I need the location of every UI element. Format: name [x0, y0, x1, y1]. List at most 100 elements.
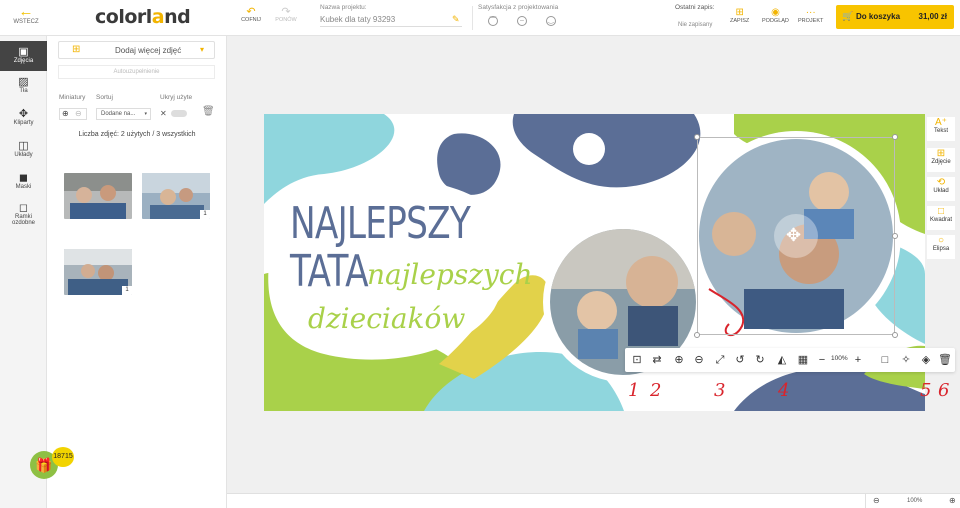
transparency-icon[interactable]: ▦ [796, 353, 810, 367]
sort-label: Sortuj [96, 94, 113, 101]
annotation-number: 3 [714, 380, 726, 401]
image-zoom-value: 100% [831, 355, 848, 362]
redo-button[interactable]: ↷ PONÓW [268, 6, 304, 24]
annotation-number: 6 [938, 380, 950, 401]
text-add-icon: A⁺ [935, 117, 947, 128]
save-icon: ⊞ [735, 7, 744, 18]
bottom-bar: ⊖ 100% ⊕ [227, 493, 960, 508]
photo-thumbnail[interactable]: 1 [142, 173, 210, 219]
frame-icon: ◻ [18, 202, 29, 214]
magic-wand-icon[interactable]: ✧ [899, 353, 913, 367]
thumbnails-label: Miniatury [59, 94, 86, 101]
save-status: Nie zapisany [678, 22, 713, 28]
sad-face-icon[interactable]: ︶ [488, 16, 498, 26]
sidebar-nav: ▣ Zdjęcia ▨ Tła ✥ Kliparty ◫ Układy ◼ Ma… [0, 36, 47, 508]
layout-cycle-icon: ⟲ [936, 177, 946, 188]
hide-used-label: Ukryj użyte [160, 94, 193, 101]
image-icon: ▣ [18, 46, 29, 58]
hide-used-toggle[interactable] [171, 110, 187, 117]
happy-face-icon[interactable]: ‿ [546, 16, 556, 26]
neutral-face-icon[interactable]: – [517, 16, 527, 26]
arrow-left-icon: ← [18, 3, 34, 20]
zoom-out-icon[interactable]: ⊖ [75, 109, 82, 118]
cart-icon: 🛒 [842, 11, 854, 21]
headline-line-1[interactable]: NAJLEPSZY [290, 198, 471, 249]
sidebar-item-frames[interactable]: ◻ Ramki ozdobne [0, 202, 47, 236]
headline-script-2[interactable]: dzieciaków [308, 302, 465, 335]
thumbnail-size-toggle[interactable]: ⊕ ⊖ [59, 108, 87, 120]
sidebar-item-masks[interactable]: ◼ Maski [0, 172, 47, 200]
sidebar-item-photos[interactable]: ▣ Zdjęcia [0, 41, 47, 71]
annotation-number: 5 [920, 380, 932, 401]
satisfaction-label: Satysfakcja z projektowania [478, 4, 559, 11]
chevron-down-icon: ▾ [144, 111, 147, 117]
zoom-in-icon[interactable]: ⊕ [949, 496, 956, 505]
headline-script-1[interactable]: najlepszych [367, 258, 533, 291]
photo-thumbnail[interactable] [64, 173, 132, 219]
resize-handle[interactable] [694, 332, 700, 338]
clipart-icon: ✥ [18, 108, 29, 120]
tool-add-text[interactable]: A⁺ Tekst [927, 117, 955, 141]
annotation-number: 2 [650, 380, 662, 401]
back-button[interactable]: ← WSTECZ [8, 3, 44, 25]
tool-layout[interactable]: ⟲ Układ [927, 177, 955, 201]
project-name-input[interactable] [320, 13, 462, 27]
border-icon[interactable]: □ [878, 353, 892, 367]
sidebar-item-cliparts[interactable]: ✥ Kliparty [0, 108, 47, 136]
headline-line-2[interactable]: TATA [290, 246, 369, 297]
sidebar-item-backgrounds[interactable]: ▨ Tła [0, 76, 47, 104]
close-icon[interactable]: ✕ [160, 109, 167, 118]
fit-icon[interactable]: ⤢ [713, 353, 727, 367]
replace-image-icon[interactable]: ⊡ [630, 353, 644, 367]
rotate-left-icon[interactable]: ↺ [733, 353, 747, 367]
divider [472, 6, 473, 30]
project-menu-button[interactable]: ··· PROJEKT [798, 7, 823, 25]
autofill-button[interactable]: Autouzupełnienie [58, 65, 215, 79]
plus-icon[interactable]: + [851, 353, 865, 367]
add-more-photos-button[interactable]: ⊞ Dodaj więcej zdjęć ▾ [58, 41, 215, 59]
trash-icon[interactable]: 🗑 [938, 353, 952, 367]
tool-square[interactable]: □ Kwadrat [927, 206, 955, 230]
tool-ellipse[interactable]: ○ Elipsa [927, 235, 955, 259]
save-button[interactable]: ⊞ ZAPISZ [730, 7, 749, 25]
trash-icon[interactable]: 🗑 [202, 106, 215, 117]
layers-icon[interactable]: ◈ [919, 353, 933, 367]
last-save-label: Ostatni zapis: [675, 4, 715, 11]
flip-icon[interactable]: ◭ [775, 353, 789, 367]
mask-icon: ◼ [18, 172, 29, 184]
divider [865, 494, 866, 508]
layout-icon: ◫ [18, 140, 29, 152]
resize-handle[interactable] [892, 332, 898, 338]
zoom-in-icon[interactable]: ⊕ [672, 353, 686, 367]
zoom-out-icon[interactable]: ⊖ [873, 496, 880, 505]
pencil-icon[interactable]: ✎ [452, 14, 460, 25]
swap-image-icon[interactable]: ⇄ [650, 353, 664, 367]
rotate-right-icon[interactable]: ↻ [753, 353, 767, 367]
logo: colorland [95, 6, 191, 28]
redo-icon: ↷ [281, 6, 291, 18]
minus-icon[interactable]: − [815, 353, 829, 367]
gift-badge: 18715 [52, 447, 74, 467]
tool-add-image[interactable]: ⊞ Zdjęcie [927, 148, 955, 172]
resize-handle[interactable] [892, 233, 898, 239]
add-to-cart-button[interactable]: 🛒 Do koszyka 31,00 zł [836, 5, 954, 29]
selection-box [697, 137, 895, 335]
resize-handle[interactable] [892, 134, 898, 140]
photos-panel: ⊞ Dodaj więcej zdjęć ▾ Autouzupełnienie … [47, 36, 227, 508]
photo-count: Liczba zdjęć: 2 użytych / 3 wszystkich [78, 131, 196, 138]
image-add-icon: ⊞ [72, 44, 81, 55]
undo-icon: ↶ [246, 6, 256, 18]
background-icon: ▨ [18, 76, 29, 88]
sort-select[interactable]: Dodane na... ▾ [96, 108, 151, 120]
zoom-in-icon[interactable]: ⊕ [62, 109, 69, 118]
resize-handle[interactable] [694, 134, 700, 140]
preview-button[interactable]: ◉ PODGLĄD [762, 7, 789, 25]
zoom-out-icon[interactable]: ⊖ [692, 353, 706, 367]
eye-icon: ◉ [771, 7, 780, 18]
ellipse-icon: ○ [937, 235, 945, 246]
photo-thumbnail[interactable]: 1 [64, 249, 132, 295]
undo-button[interactable]: ↶ COFNIJ [233, 6, 269, 24]
dots-icon: ··· [805, 7, 816, 18]
sidebar-item-layouts[interactable]: ◫ Układy [0, 140, 47, 168]
photo-image [64, 173, 132, 219]
